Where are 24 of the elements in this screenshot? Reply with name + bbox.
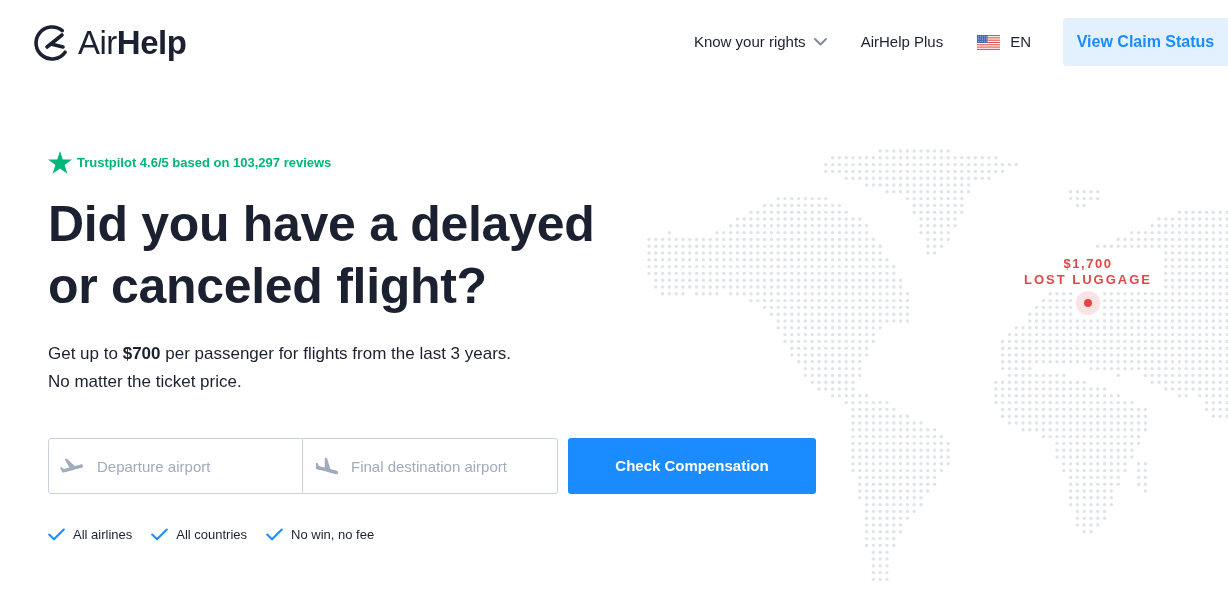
departure-airport-field[interactable]: Departure airport [48,438,303,494]
claim-type-label: LOST LUGGAGE [1024,272,1152,288]
claim-amount: $1,700 [1063,256,1113,272]
logo-wordmark: AirHelp [78,25,187,59]
destination-airport-field[interactable]: Final destination airport [303,438,558,494]
feature-label: All countries [176,526,248,544]
feature-label: No win, no fee [291,526,375,544]
nav-link[interactable]: AirHelp Plus [860,30,944,54]
check-icon [48,528,65,542]
check-icon [151,528,169,542]
map-marker-icon [1076,291,1100,315]
us-flag-icon [977,34,1001,50]
airhelp-logo[interactable]: AirHelp [32,22,187,62]
chevron-down-icon [813,38,827,46]
feature-label: All airlines [73,526,133,544]
headline: Did you have a delayed or canceled flight? [48,195,595,316]
trustpilot-rating: Trustpilot 4.6/5 based on 103,297 reviews [77,153,332,172]
plane-landing-icon [315,456,339,476]
check-icon [266,528,284,542]
star-icon [48,151,72,174]
language-selector[interactable]: EN [977,30,1031,54]
subtitle: Get up to $700 per passenger for flights from the last 3 years. No matter the ticket price. [48,343,512,393]
plane-takeoff-icon [60,456,84,476]
nav-dropdown[interactable]: Know your rights [693,30,827,54]
